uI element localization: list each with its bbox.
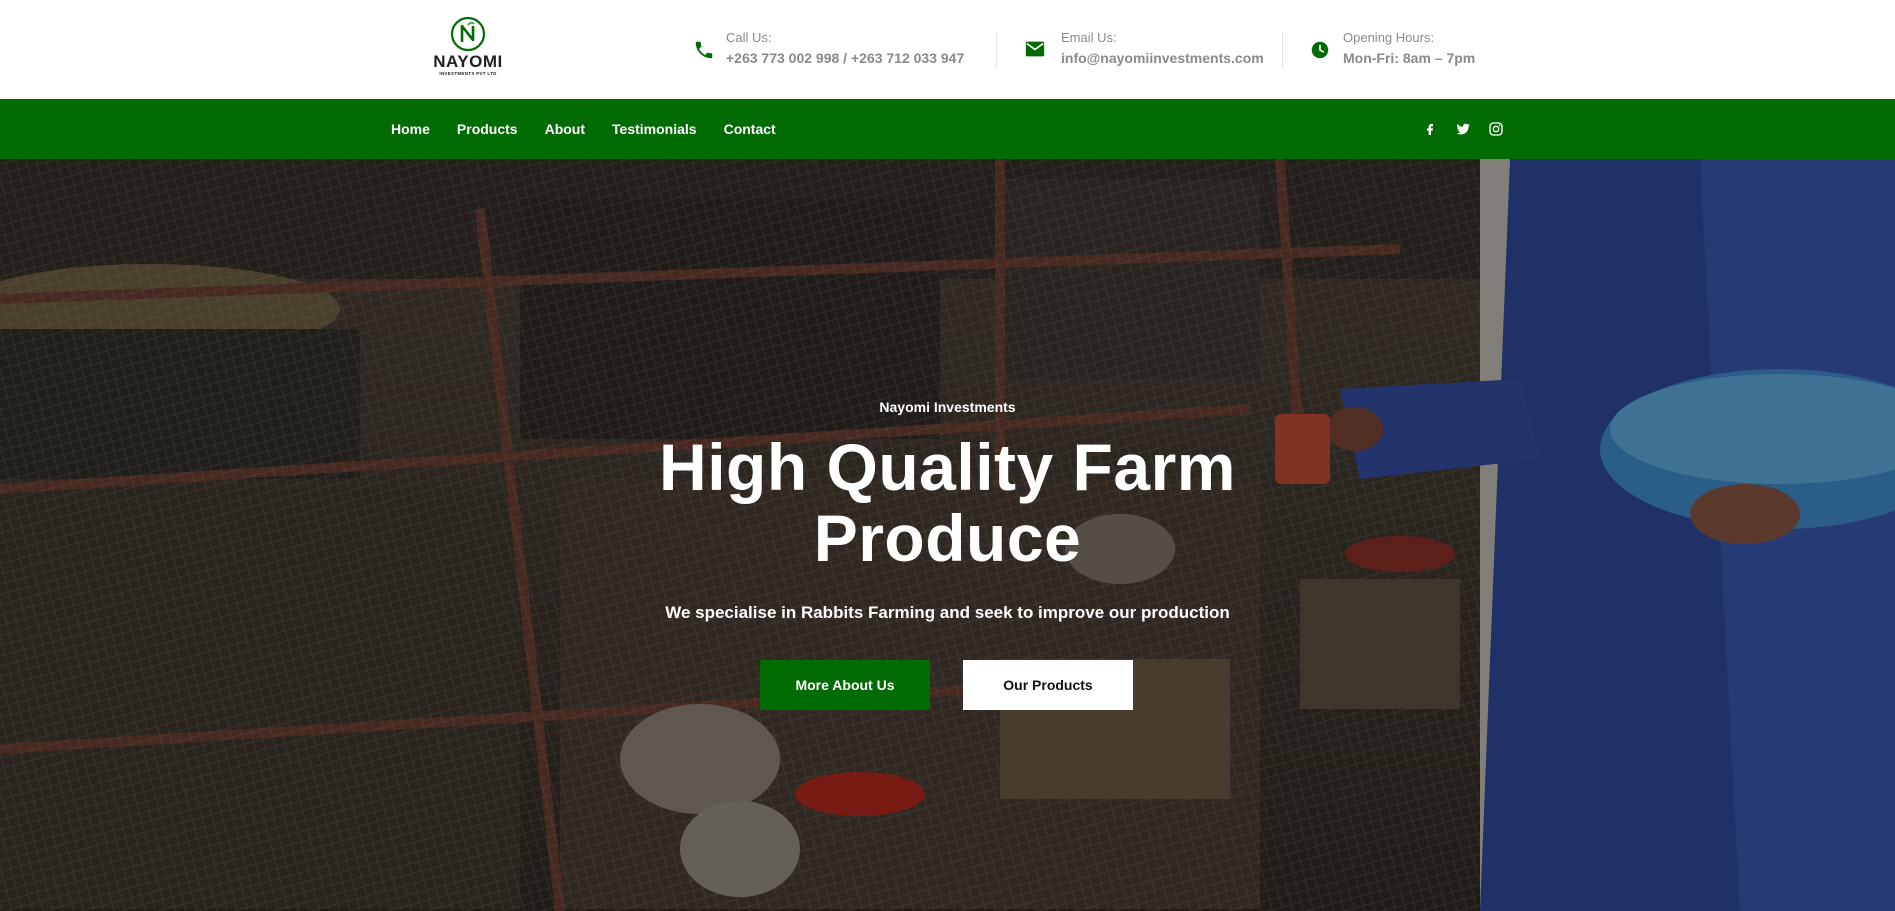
- phone-icon: [695, 41, 713, 59]
- nav-item-contact[interactable]: Contact: [724, 121, 776, 137]
- contact-email: Email Us: info@nayomiinvestments.com: [1024, 28, 1284, 72]
- divider: [996, 32, 997, 68]
- instagram-icon[interactable]: [1486, 119, 1506, 139]
- logo-tagline: INVESTMENTS PVT LTD: [439, 71, 497, 76]
- nav-item-products[interactable]: Products: [457, 121, 518, 137]
- hero-subline: We specialise in Rabbits Farming and see…: [665, 603, 1230, 622]
- contact-hours: Opening Hours: Mon-Fri: 8am – 7pm: [1309, 28, 1509, 72]
- nav-item-home[interactable]: Home: [391, 121, 430, 137]
- facebook-icon[interactable]: [1420, 119, 1440, 139]
- logo-name: NAYOMI: [433, 52, 503, 71]
- logo-mark-icon: [450, 16, 486, 52]
- our-products-button[interactable]: Our Products: [963, 660, 1133, 710]
- nav-item-testimonials[interactable]: Testimonials: [612, 121, 697, 137]
- hero-content: Nayomi Investments High Quality Farm Pro…: [0, 159, 1895, 911]
- divider: [1282, 32, 1283, 68]
- hero-section: Nayomi Investments High Quality Farm Pro…: [0, 159, 1895, 911]
- contact-phone: Call Us: +263 773 002 998 / +263 712 033…: [693, 28, 973, 72]
- hero-headline: High Quality Farm Produce: [659, 430, 1236, 575]
- mail-icon: [1025, 41, 1045, 57]
- hero-eyebrow: Nayomi Investments: [879, 399, 1016, 415]
- top-header: NAYOMI INVESTMENTS PVT LTD Call Us: +263…: [0, 0, 1895, 99]
- hours-label: Opening Hours:: [1343, 30, 1435, 45]
- social-links: [1420, 117, 1519, 141]
- hours-value: Mon-Fri: 8am – 7pm: [1343, 50, 1476, 66]
- logo[interactable]: NAYOMI INVESTMENTS PVT LTD: [425, 16, 511, 82]
- nav-item-about[interactable]: About: [545, 121, 585, 137]
- email-label: Email Us:: [1061, 30, 1117, 45]
- clock-icon: [1311, 41, 1329, 59]
- email-value[interactable]: info@nayomiinvestments.com: [1061, 50, 1264, 66]
- nav-links: Home Products About Testimonials Contact: [391, 99, 803, 159]
- phone-value[interactable]: +263 773 002 998 / +263 712 033 947: [726, 50, 964, 66]
- more-about-us-button[interactable]: More About Us: [760, 660, 930, 710]
- twitter-icon[interactable]: [1453, 119, 1473, 139]
- main-nav: Home Products About Testimonials Contact: [0, 99, 1895, 159]
- phone-label: Call Us:: [726, 30, 772, 45]
